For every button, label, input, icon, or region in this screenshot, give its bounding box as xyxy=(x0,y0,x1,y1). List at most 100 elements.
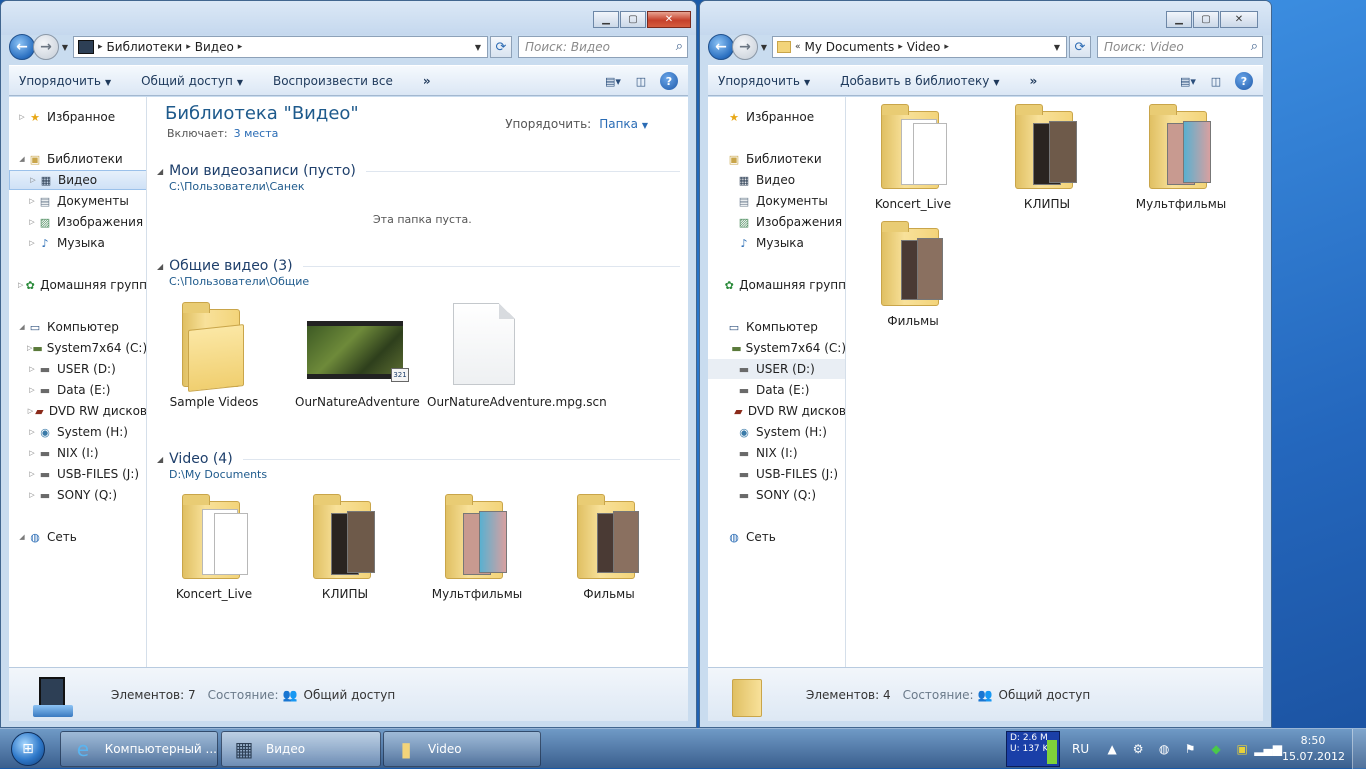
navigation-pane[interactable]: ▷ ★ Избранное ◢ ▣ Библиотеки ▷ ▦ Видео ▷ ▤ Докум… xyxy=(9,97,147,667)
folder-item[interactable]: Мультфильмы xyxy=(427,493,527,601)
file-item[interactable]: OurNatureAdventure.mpg.scn xyxy=(427,301,607,409)
nav-drive-j[interactable]: ▷ ▬ USB-FILES (J:) xyxy=(9,464,146,484)
breadcrumb-separator-icon[interactable]: ▸ xyxy=(186,42,191,52)
folder-item[interactable]: Koncert_Live xyxy=(164,493,264,601)
taskbar-button-video-library[interactable]: ▦ Видео xyxy=(221,731,381,767)
share-button[interactable]: Общий доступ ▼ xyxy=(141,74,243,88)
back-button[interactable]: ← xyxy=(9,34,35,60)
more-commands-button[interactable]: » xyxy=(1030,74,1038,88)
taskbar-button-video-folder[interactable]: ▮ Video xyxy=(383,731,541,767)
device-icon[interactable]: ⚙ xyxy=(1129,740,1147,758)
nav-library-pictures[interactable]: ▨ Изображения xyxy=(708,212,845,232)
preview-pane-icon[interactable]: ◫ xyxy=(1207,72,1225,90)
play-all-button[interactable]: Воспроизвести все xyxy=(273,74,393,88)
breadcrumb-my-documents[interactable]: My Documents xyxy=(805,40,895,54)
forward-button[interactable]: → xyxy=(33,34,59,60)
nav-drive-h[interactable]: ◉ System (H:) xyxy=(708,422,845,442)
search-icon[interactable]: ⌕ xyxy=(1251,39,1258,54)
show-hidden-icons-button[interactable]: ▲ xyxy=(1103,740,1121,758)
nav-dvd-drive[interactable]: ▷ ▰ DVD RW дисков xyxy=(9,401,146,421)
nav-libraries[interactable]: ◢ ▣ Библиотеки xyxy=(9,149,146,169)
collapse-icon[interactable]: ◢ xyxy=(157,167,163,176)
clock[interactable]: 8:50 15.07.2012 xyxy=(1282,733,1345,765)
nav-libraries[interactable]: ▣ Библиотеки xyxy=(708,149,845,169)
refresh-button[interactable]: ⟳ xyxy=(1069,36,1091,58)
folder-item[interactable]: КЛИПЫ xyxy=(295,493,395,601)
nav-library-music[interactable]: ▷ ♪ Музыка xyxy=(9,233,146,253)
address-dropdown-icon[interactable]: ▼ xyxy=(475,43,481,52)
breadcrumb-video[interactable]: Видео xyxy=(195,40,234,54)
organize-button[interactable]: Упорядочить ▼ xyxy=(718,74,810,88)
folder-content[interactable]: Koncert_Live КЛИПЫ Мультфильмы Фильмы xyxy=(846,97,1263,667)
arrange-by-dropdown[interactable]: Папка ▼ xyxy=(599,117,648,131)
minimize-button[interactable]: ▁ xyxy=(1166,11,1192,28)
search-input[interactable]: Поиск: Видео ⌕ xyxy=(518,36,688,58)
folder-item[interactable]: Sample Videos xyxy=(164,301,264,409)
folder-item[interactable]: Koncert_Live xyxy=(863,103,963,211)
yellow-app-icon[interactable]: ▣ xyxy=(1233,740,1251,758)
maximize-button[interactable]: ▢ xyxy=(1193,11,1219,28)
taskbar-button-ie[interactable]: e Компьютерный ... xyxy=(60,731,218,767)
nav-drive-d[interactable]: ▬ USER (D:) xyxy=(708,359,845,379)
nav-dvd-drive[interactable]: ▰ DVD RW дисков xyxy=(708,401,845,421)
nav-library-documents[interactable]: ▷ ▤ Документы xyxy=(9,191,146,211)
network-monitor[interactable]: D: 2.6 M U: 137 K xyxy=(1006,731,1060,767)
preview-pane-icon[interactable]: ◫ xyxy=(632,72,650,90)
nav-drive-h[interactable]: ▷ ◉ System (H:) xyxy=(9,422,146,442)
breadcrumb-separator-icon[interactable]: ▸ xyxy=(944,42,949,52)
organize-button[interactable]: Упорядочить ▼ xyxy=(19,74,111,88)
show-desktop-button[interactable] xyxy=(1352,729,1366,769)
search-icon[interactable]: ⌕ xyxy=(676,39,683,54)
collapse-icon[interactable]: ◢ xyxy=(157,455,163,464)
nav-library-music[interactable]: ♪ Музыка xyxy=(708,233,845,253)
signal-strength-icon[interactable]: ▂▄▆ xyxy=(1254,740,1282,758)
nav-library-documents[interactable]: ▤ Документы xyxy=(708,191,845,211)
nav-drive-q[interactable]: ▬ SONY (Q:) xyxy=(708,485,845,505)
nav-drive-j[interactable]: ▬ USB-FILES (J:) xyxy=(708,464,845,484)
breadcrumb-separator-icon[interactable]: ▸ xyxy=(238,42,243,52)
back-button[interactable]: ← xyxy=(708,34,734,60)
folder-item[interactable]: Фильмы xyxy=(559,493,659,601)
forward-button[interactable]: → xyxy=(732,34,758,60)
nav-drive-e[interactable]: ▷ ▬ Data (E:) xyxy=(9,380,146,400)
search-input[interactable]: Поиск: Video ⌕ xyxy=(1097,36,1263,58)
nav-drive-e[interactable]: ▬ Data (E:) xyxy=(708,380,845,400)
view-options-icon[interactable]: ▤▾ xyxy=(604,72,622,90)
help-icon[interactable]: ? xyxy=(1235,72,1253,90)
green-app-icon[interactable]: ◆ xyxy=(1207,740,1225,758)
help-icon[interactable]: ? xyxy=(660,72,678,90)
start-button[interactable]: ⊞ xyxy=(2,730,54,768)
video-file-item[interactable]: 321 OurNatureAdventure xyxy=(295,301,420,409)
breadcrumb-video[interactable]: Video xyxy=(907,40,941,54)
view-options-icon[interactable]: ▤▾ xyxy=(1179,72,1197,90)
breadcrumb-overflow[interactable]: « xyxy=(795,42,801,52)
add-to-library-button[interactable]: Добавить в библиотеку ▼ xyxy=(840,74,999,88)
nav-network[interactable]: ◍ Сеть xyxy=(708,527,845,547)
more-commands-button[interactable]: » xyxy=(423,74,431,88)
group-video-d[interactable]: ◢ Video (4) D:\My Documents xyxy=(157,451,680,481)
recent-pages-dropdown[interactable]: ▼ xyxy=(758,43,770,52)
close-button[interactable]: ✕ xyxy=(647,11,691,28)
recent-pages-dropdown[interactable]: ▼ xyxy=(59,43,71,52)
nav-favorites[interactable]: ★ Избранное xyxy=(708,107,845,127)
nav-drive-d[interactable]: ▷ ▬ USER (D:) xyxy=(9,359,146,379)
refresh-button[interactable]: ⟳ xyxy=(490,36,512,58)
maximize-button[interactable]: ▢ xyxy=(620,11,646,28)
close-button[interactable]: ✕ xyxy=(1220,11,1258,28)
breadcrumb-separator-icon[interactable]: ▸ xyxy=(898,42,903,52)
nav-network[interactable]: ◢ ◍ Сеть xyxy=(9,527,146,547)
collapse-icon[interactable]: ◢ xyxy=(157,262,163,271)
title-bar[interactable] xyxy=(1,1,696,35)
nav-homegroup[interactable]: ▷ ✿ Домашняя групп xyxy=(9,275,146,295)
nav-drive-i[interactable]: ▷ ▬ NIX (I:) xyxy=(9,443,146,463)
nav-computer[interactable]: ◢ ▭ Компьютер xyxy=(9,317,146,337)
folder-item[interactable]: Фильмы xyxy=(863,220,963,328)
breadcrumb-separator-icon[interactable]: ▸ xyxy=(98,42,103,52)
group-my-videos[interactable]: ◢ Мои видеозаписи (пусто) C:\Пользователи… xyxy=(157,163,680,193)
nav-library-video[interactable]: ▦ Видео xyxy=(708,170,845,190)
nav-library-pictures[interactable]: ▷ ▨ Изображения xyxy=(9,212,146,232)
nav-drive-c[interactable]: ▷ ▬ System7x64 (C:) xyxy=(9,338,146,358)
navigation-pane[interactable]: ★ Избранное ▣ Библиотеки ▦ Видео ▤ Документы… xyxy=(708,97,846,667)
action-center-flag-icon[interactable]: ⚑ xyxy=(1181,740,1199,758)
address-bar[interactable]: « My Documents ▸ Video ▸ ▼ xyxy=(772,36,1067,58)
